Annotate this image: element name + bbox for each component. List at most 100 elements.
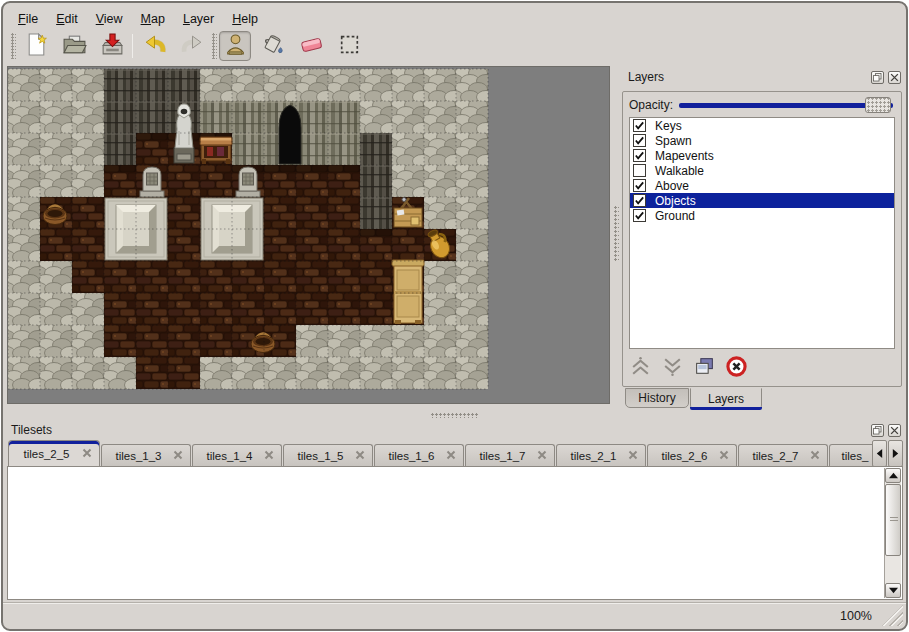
close-tab-icon[interactable] bbox=[628, 450, 638, 462]
map-object-gravestone bbox=[140, 167, 164, 197]
tileset-tab-tiles_2_6[interactable]: tiles_2_6 bbox=[647, 444, 737, 467]
redo-icon bbox=[180, 32, 205, 61]
menu-map[interactable]: Map bbox=[132, 10, 174, 28]
layer-label: Spawn bbox=[655, 134, 692, 148]
select-tool-button[interactable] bbox=[333, 31, 365, 61]
close-tab-icon[interactable] bbox=[355, 450, 365, 462]
layer-checkbox[interactable] bbox=[633, 149, 646, 162]
horizontal-splitter[interactable] bbox=[3, 411, 906, 420]
toolbar-separator bbox=[132, 34, 133, 58]
close-tab-icon[interactable] bbox=[264, 450, 274, 462]
close-tab-icon[interactable] bbox=[537, 450, 547, 462]
close-tab-icon[interactable] bbox=[810, 450, 820, 462]
layer-row-keys[interactable]: Keys bbox=[630, 118, 894, 133]
scrollbar-thumb[interactable] bbox=[885, 484, 901, 556]
close-panel-button[interactable] bbox=[888, 71, 901, 84]
menu-help[interactable]: Help bbox=[223, 10, 267, 28]
raise-layer-button[interactable] bbox=[627, 355, 653, 381]
menu-edit[interactable]: Edit bbox=[47, 10, 87, 28]
layer-checkbox[interactable] bbox=[633, 134, 646, 147]
tileset-scrollbar[interactable] bbox=[884, 468, 901, 598]
layer-checkbox[interactable] bbox=[633, 194, 646, 207]
close-tab-icon[interactable] bbox=[82, 448, 92, 460]
tab-scroll-right-button[interactable] bbox=[888, 440, 903, 467]
float-panel-button[interactable] bbox=[871, 71, 884, 84]
eraser-tool-button[interactable] bbox=[295, 31, 327, 61]
map-canvas[interactable] bbox=[7, 66, 610, 404]
tileset-tab-tiles_2_1[interactable]: tiles_2_1 bbox=[556, 444, 646, 467]
resize-grip[interactable] bbox=[882, 605, 903, 626]
layer-row-above[interactable]: Above bbox=[630, 178, 894, 193]
chevrons-up-icon bbox=[629, 355, 652, 382]
layer-checkbox[interactable] bbox=[633, 119, 646, 132]
tab-scroll-left-button[interactable] bbox=[872, 440, 887, 467]
layer-row-walkable[interactable]: Walkable bbox=[630, 163, 894, 178]
delete-layer-button[interactable] bbox=[723, 355, 749, 381]
layer-row-objects[interactable]: Objects bbox=[630, 193, 894, 208]
layer-checkbox[interactable] bbox=[633, 164, 646, 177]
close-tab-icon[interactable] bbox=[719, 450, 729, 462]
tileset-content bbox=[7, 466, 903, 600]
opacity-slider-handle[interactable] bbox=[865, 97, 891, 113]
tileset-tab-bar: tiles_2_5tiles_1_3tiles_1_4tiles_1_5tile… bbox=[7, 440, 903, 467]
layer-row-spawn[interactable]: Spawn bbox=[630, 133, 894, 148]
save-file-button[interactable] bbox=[96, 31, 128, 61]
tilesets-panel-title: Tilesets bbox=[11, 423, 52, 437]
opacity-label: Opacity: bbox=[629, 98, 679, 112]
layer-checkbox[interactable] bbox=[633, 179, 646, 192]
float-panel-button[interactable] bbox=[871, 424, 884, 437]
tilesets-panel: Tilesets tiles_2_5tiles_1_3tiles_1_4tile… bbox=[7, 420, 903, 601]
zoom-level: 100% bbox=[840, 609, 872, 623]
layer-row-ground[interactable]: Ground bbox=[630, 208, 894, 223]
menu-file[interactable]: File bbox=[9, 10, 47, 28]
scroll-up-button[interactable] bbox=[885, 468, 901, 483]
fill-tool-button[interactable] bbox=[257, 31, 289, 61]
close-tab-icon[interactable] bbox=[173, 450, 183, 462]
map-object-wardrobe bbox=[392, 260, 424, 324]
lower-layer-button[interactable] bbox=[659, 355, 685, 381]
new-file-icon bbox=[24, 32, 49, 61]
tileset-tab-tiles_1_5[interactable]: tiles_1_5 bbox=[283, 444, 373, 467]
open-folder-icon bbox=[62, 32, 87, 61]
open-file-button[interactable] bbox=[58, 31, 90, 61]
tileset-tab-tiles_1_3[interactable]: tiles_1_3 bbox=[101, 444, 191, 467]
splitter-grip bbox=[431, 413, 479, 418]
close-panel-button[interactable] bbox=[888, 424, 901, 437]
layer-label: Mapevents bbox=[655, 149, 714, 163]
layer-checkbox[interactable] bbox=[633, 209, 646, 222]
tileset-tab-tiles_1_7[interactable]: tiles_1_7 bbox=[465, 444, 555, 467]
layer-row-mapevents[interactable]: Mapevents bbox=[630, 148, 894, 163]
close-tab-icon[interactable] bbox=[446, 450, 456, 462]
layers-frame: Opacity: KeysSpawnMapeventsWalkableAbove… bbox=[622, 91, 902, 387]
duplicate-layer-button[interactable] bbox=[691, 355, 717, 381]
dock-tab-history[interactable]: History bbox=[625, 388, 689, 408]
map-object-table bbox=[200, 137, 232, 164]
layer-label: Keys bbox=[655, 119, 682, 133]
scroll-down-button[interactable] bbox=[885, 583, 901, 598]
toolbar-grip bbox=[212, 33, 217, 59]
vertical-splitter[interactable] bbox=[611, 66, 622, 404]
tileset-tab-tiles_1_4[interactable]: tiles_1_4 bbox=[192, 444, 282, 467]
redo-button[interactable] bbox=[176, 31, 208, 61]
opacity-slider[interactable] bbox=[679, 96, 895, 114]
undo-button[interactable] bbox=[138, 31, 170, 61]
layer-label: Above bbox=[655, 179, 689, 193]
toolbar-grip bbox=[11, 33, 16, 59]
tileset-tab-tiles_2_5[interactable]: tiles_2_5 bbox=[8, 440, 100, 467]
chevrons-down-icon bbox=[661, 355, 684, 382]
menu-layer[interactable]: Layer bbox=[174, 10, 223, 28]
stamp-tool-button[interactable] bbox=[219, 31, 251, 61]
dock-tab-layers[interactable]: Layers bbox=[690, 388, 762, 410]
menu-bar: FileEditViewMapLayerHelp bbox=[5, 8, 267, 29]
new-file-button[interactable] bbox=[20, 31, 52, 61]
tileset-tab-tiles_2_7[interactable]: tiles_2_7 bbox=[738, 444, 828, 467]
tileset-tab-tiles_1_6[interactable]: tiles_1_6 bbox=[374, 444, 464, 467]
app-window: FileEditViewMapLayerHelp Layers Opacity:… bbox=[1, 1, 908, 631]
layer-list: KeysSpawnMapeventsWalkableAboveObjectsGr… bbox=[629, 117, 895, 349]
eraser-icon bbox=[299, 32, 324, 61]
delete-red-icon bbox=[725, 355, 748, 382]
status-bar: 100% bbox=[3, 602, 906, 629]
opacity-slider-track bbox=[679, 103, 893, 108]
layer-label: Objects bbox=[655, 194, 696, 208]
menu-view[interactable]: View bbox=[87, 10, 132, 28]
